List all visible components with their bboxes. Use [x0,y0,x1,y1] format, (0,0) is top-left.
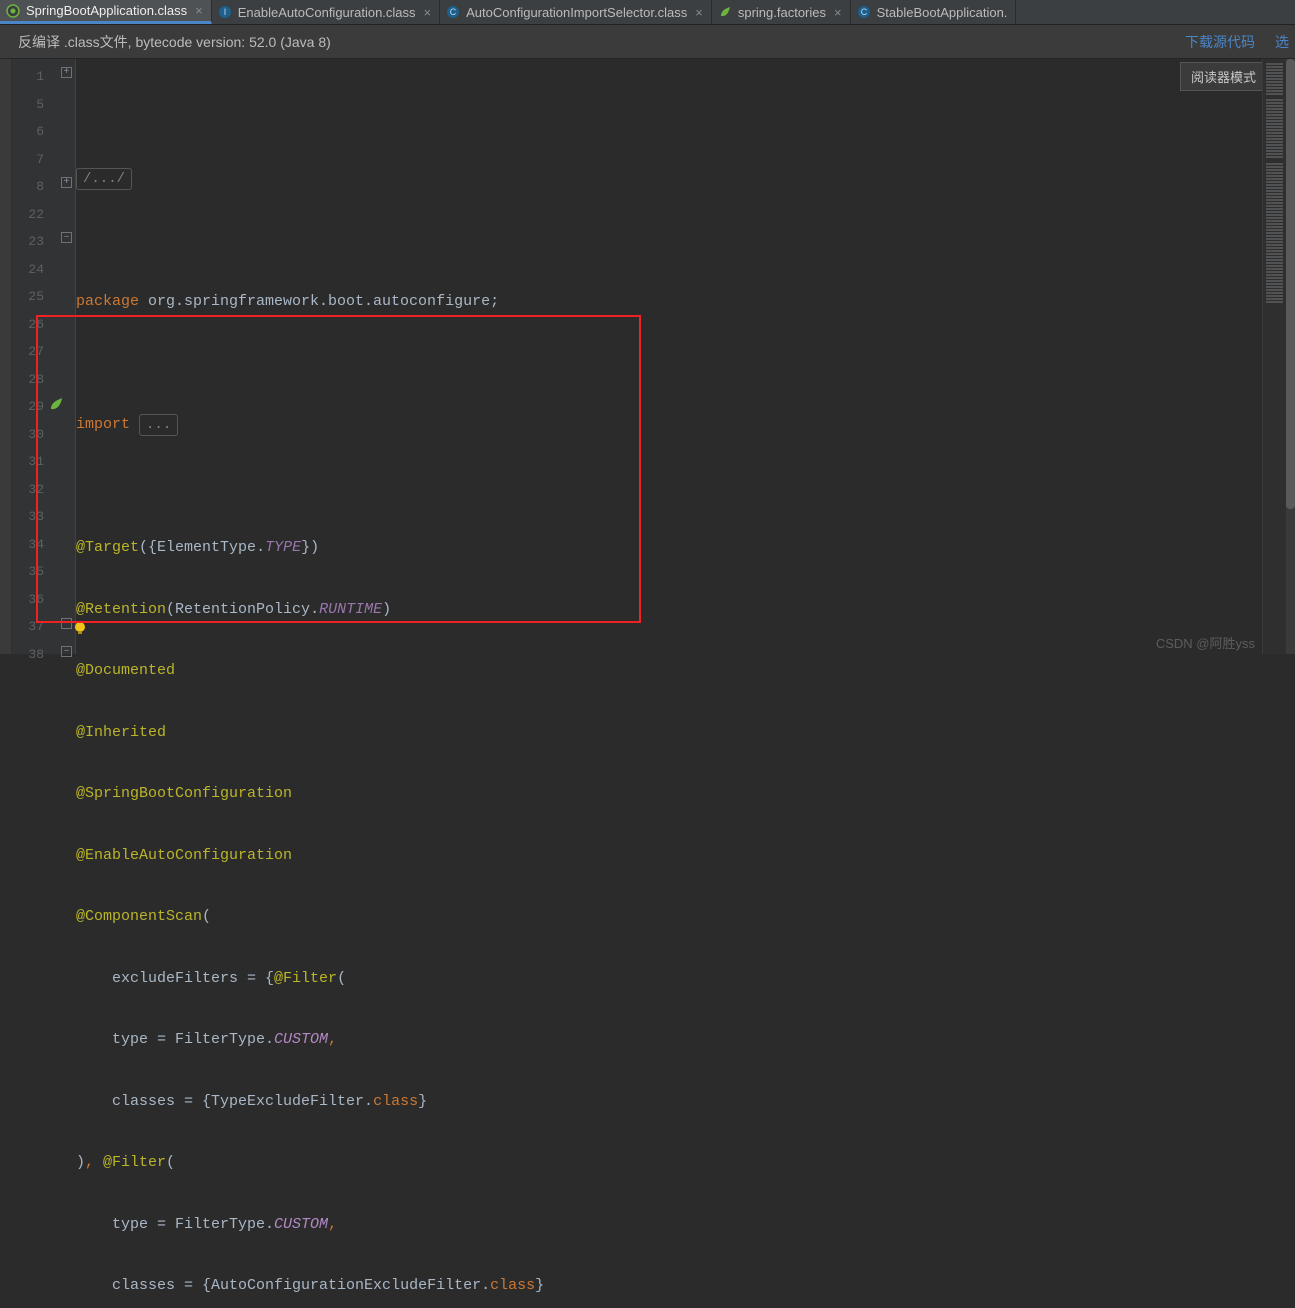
tab-label: StableBootApplication. [877,5,1008,20]
line-number: 34 [12,531,58,559]
minimap-region [1266,99,1283,159]
editor-area: 1 5 6 7 8 22 23 24 25 26 27 28 29 30 31 … [0,59,1295,654]
line-number: 27 [12,338,58,366]
tab-label: spring.factories [738,5,826,20]
line-number: 7 [12,146,58,174]
interface-icon: I [218,5,232,19]
line-number: 38 [12,641,58,669]
tab-label: AutoConfigurationImportSelector.class [466,5,687,20]
decompile-info-bar: 反编译 .class文件, bytecode version: 52.0 (Ja… [0,25,1295,59]
download-source-link[interactable]: 下载源代码 [1185,32,1255,52]
line-number: 33 [12,503,58,531]
line-number: 32 [12,476,58,504]
line-number: 30 [12,421,58,449]
tab-spring-factories[interactable]: spring.factories × [712,0,851,24]
svg-text:C: C [450,7,457,17]
editor-tabs-bar: SpringBootApplication.class × I EnableAu… [0,0,1295,25]
left-margin [0,59,12,654]
decompile-message: 反编译 .class文件, bytecode version: 52.0 (Ja… [18,32,331,52]
svg-text:I: I [223,7,226,17]
tab-stablebootapplication[interactable]: C StableBootApplication. [851,0,1017,24]
line-number: 35 [12,558,58,586]
tab-springbootapplication[interactable]: SpringBootApplication.class × [0,0,212,24]
fold-expand-icon[interactable] [61,177,72,188]
minimap[interactable] [1262,59,1286,654]
fold-collapse-icon[interactable] [61,232,72,243]
class-icon: C [446,5,460,19]
tab-label: SpringBootApplication.class [26,3,187,18]
tab-label: EnableAutoConfiguration.class [238,5,416,20]
folded-comment[interactable]: /.../ [76,168,132,190]
vertical-scrollbar[interactable] [1286,59,1295,654]
close-icon[interactable]: × [424,5,432,20]
tab-enableautoconfiguration[interactable]: I EnableAutoConfiguration.class × [212,0,440,24]
line-number: 1 [12,63,58,91]
minimap-region [1266,163,1283,303]
spring-leaf-icon [718,5,732,19]
close-icon[interactable]: × [834,5,842,20]
minimap-region [1266,63,1283,95]
class-icon: C [857,5,871,19]
code-editor[interactable]: /.../ package org.springframework.boot.a… [76,59,1262,654]
line-number: 37 [12,613,58,641]
line-number: 26 [12,311,58,339]
close-icon[interactable]: × [695,5,703,20]
close-icon[interactable]: × [195,3,203,18]
fold-collapse-icon[interactable] [61,646,72,657]
line-number: 24 [12,256,58,284]
line-number: 23 [12,228,58,256]
line-number: 22 [12,201,58,229]
line-number: 6 [12,118,58,146]
line-number: 8 [12,173,58,201]
line-number: 5 [12,91,58,119]
line-number: 31 [12,448,58,476]
spring-gutter-icon[interactable] [48,396,64,412]
line-number: 36 [12,586,58,614]
select-link[interactable]: 选 [1275,32,1289,52]
tab-autoconfigimportselector[interactable]: C AutoConfigurationImportSelector.class … [440,0,712,24]
scroll-thumb[interactable] [1286,59,1295,509]
fold-expand-icon[interactable] [61,67,72,78]
line-number: 28 [12,366,58,394]
folded-imports[interactable]: ... [139,414,178,436]
fold-collapse-icon[interactable] [61,618,72,629]
svg-text:C: C [860,7,867,17]
fold-gutter [58,59,76,654]
line-number-gutter: 1 5 6 7 8 22 23 24 25 26 27 28 29 30 31 … [12,59,58,654]
watermark-text: CSDN @阿胜yss [1156,633,1255,652]
line-number: 25 [12,283,58,311]
spring-class-icon [6,4,20,18]
